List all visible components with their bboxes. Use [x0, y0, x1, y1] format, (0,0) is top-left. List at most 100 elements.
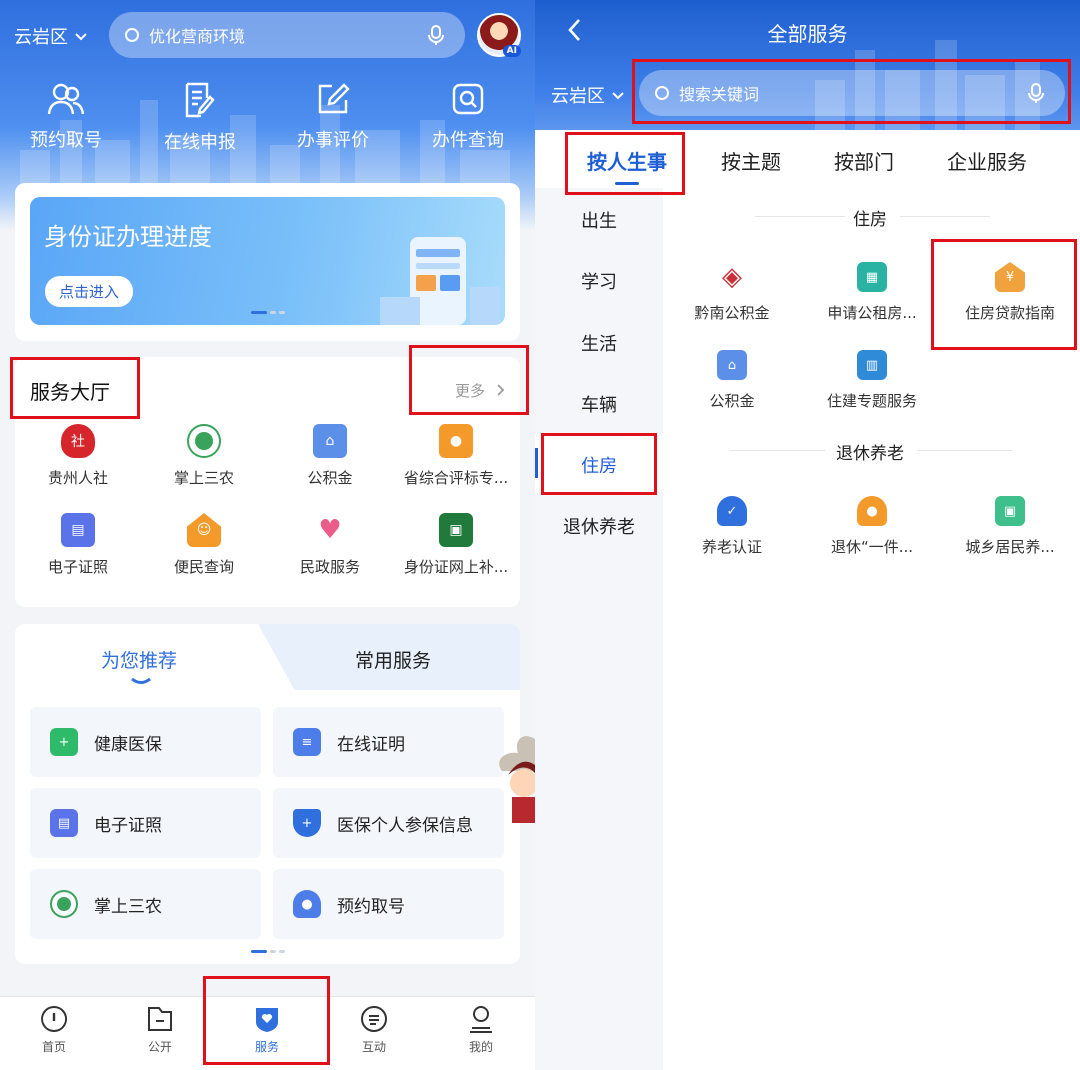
folder-icon	[148, 1007, 172, 1031]
highlight-box-more	[409, 345, 529, 415]
certificate-icon: ≡	[293, 728, 321, 756]
pencil-square-icon	[318, 83, 350, 114]
document-edit-icon	[185, 82, 215, 118]
hall-item-id-reissue[interactable]: ▣ 身份证网上补...	[393, 513, 519, 577]
search-bar[interactable]: 优化营商环境	[109, 12, 465, 58]
recommend-item-label: 电子证照	[94, 815, 162, 836]
phone-illustration-icon	[380, 237, 500, 325]
user-icon	[470, 1006, 492, 1033]
recommend-item-insurance-info[interactable]: + 医保个人参保信息	[273, 788, 504, 858]
hall-item-guizhou-hrss[interactable]: 社贵州人社	[15, 424, 141, 488]
hall-item-label: 贵州人社	[47, 469, 108, 487]
highlight-box-house-loan	[931, 239, 1077, 350]
id-progress-banner[interactable]: 身份证办理进度 点击进入	[30, 197, 505, 325]
location-label: 云岩区	[14, 27, 68, 48]
recommend-item-sannong[interactable]: 掌上三农	[30, 869, 261, 939]
tab-label: 互动	[361, 1040, 386, 1054]
tab-recommend[interactable]: 为您推荐	[101, 646, 177, 673]
section-title-housing: 住房	[853, 210, 887, 230]
sidebar-item-life[interactable]: 生活	[535, 330, 663, 356]
tab-home[interactable]: 首页	[24, 1004, 84, 1055]
recommend-item-e-license[interactable]: ▤ 电子证照	[30, 788, 261, 858]
section-divider	[730, 450, 825, 451]
recommend-item-appointment[interactable]: ● 预约取号	[273, 869, 504, 939]
hall-item-housing-fund[interactable]: ⌂ 公积金	[267, 424, 393, 488]
tab-common-label[interactable]: 常用服务	[355, 646, 431, 673]
quick-action-label: 办事评价	[297, 130, 369, 151]
tab-by-theme[interactable]: 按主题	[721, 146, 781, 175]
hall-item-civil-affairs[interactable]: ♥ 民政服务	[267, 513, 393, 577]
highlight-box-life-event-tab	[565, 132, 685, 195]
tab-enterprise-services[interactable]: 企业服务	[947, 146, 1027, 175]
ai-assistant-avatar[interactable]: AI	[477, 13, 521, 57]
recommend-item-health-insurance[interactable]: + 健康医保	[30, 707, 261, 777]
chevron-down-icon	[612, 91, 624, 99]
hall-item-label: 电子证照	[47, 558, 108, 576]
sidebar-item-birth[interactable]: 出生	[535, 207, 663, 233]
recommend-item-label: 掌上三农	[94, 896, 162, 917]
hall-item-sannong[interactable]: 掌上三农	[141, 424, 267, 488]
search-icon	[125, 28, 139, 42]
service-label: 公积金	[709, 392, 755, 410]
section-divider	[900, 216, 990, 217]
sidebar-item-retirement[interactable]: 退休养老	[535, 513, 663, 539]
service-construction-topic[interactable]: ▥ 住建专题服务	[802, 350, 942, 411]
service-label: 城乡居民养...	[965, 538, 1055, 556]
service-label: 申请公租房...	[827, 304, 917, 322]
highlight-box-services-tab	[203, 976, 330, 1065]
banner-enter-button[interactable]: 点击进入	[45, 276, 134, 307]
left-screen: 云岩区 优化营商环境 AI 预约取号 在线申报 办事评价 办件查询 身份证办理进…	[0, 0, 535, 1070]
location-selector[interactable]: 云岩区	[14, 23, 88, 49]
tab-interact[interactable]: 互动	[344, 1004, 404, 1055]
recommend-item-online-certificate[interactable]: ≡ 在线证明	[273, 707, 504, 777]
mascot-illustration[interactable]	[484, 731, 535, 823]
hall-item-label: 掌上三农	[173, 469, 234, 487]
microphone-icon[interactable]	[425, 24, 447, 46]
quick-action-appointment[interactable]: 预约取号	[11, 82, 121, 152]
location-label: 云岩区	[551, 86, 605, 107]
hall-item-label: 省综合评标专...	[403, 469, 509, 487]
tab-label: 首页	[41, 1040, 66, 1054]
tower-icon: ▥	[857, 350, 887, 380]
qiannan-fund-icon: ◈	[717, 262, 747, 292]
tab-by-department[interactable]: 按部门	[834, 146, 894, 175]
hall-item-label: 公积金	[307, 469, 353, 487]
quick-action-evaluation[interactable]: 办事评价	[278, 82, 388, 152]
service-housing-fund[interactable]: ⌂ 公积金	[662, 350, 802, 411]
recommend-item-label: 医保个人参保信息	[337, 815, 473, 836]
search-square-icon	[452, 83, 484, 115]
service-resident-pension[interactable]: ▣ 城乡居民养...	[940, 496, 1080, 557]
service-qiannan-fund[interactable]: ◈ 黔南公积金	[662, 262, 802, 323]
banner-title: 身份证办理进度	[44, 223, 212, 251]
banner-pagination	[251, 311, 285, 314]
civil-affairs-icon: ♥	[313, 513, 347, 547]
sidebar-item-study[interactable]: 学习	[535, 268, 663, 294]
housing-fund-icon: ⌂	[717, 350, 747, 380]
tab-label: 公开	[147, 1040, 172, 1054]
pension-card-icon: ▣	[995, 496, 1025, 526]
hall-item-bid-expert[interactable]: ● 省综合评标专...	[393, 424, 519, 488]
sidebar-item-vehicle[interactable]: 车辆	[535, 391, 663, 417]
id-card-icon: ▤	[50, 809, 78, 837]
person-icon: ●	[293, 890, 321, 918]
hall-item-convenience-query[interactable]: ☺ 便民查询	[141, 513, 267, 577]
section-divider	[917, 450, 1012, 451]
service-public-rental[interactable]: ▦ 申请公租房...	[802, 262, 942, 323]
service-pension-verification[interactable]: ✓ 养老认证	[662, 496, 802, 557]
tab-mine[interactable]: 我的	[451, 1004, 511, 1055]
quick-action-case-query[interactable]: 办件查询	[413, 82, 523, 152]
search-input[interactable]: 优化营商环境	[149, 23, 425, 47]
highlight-box-search	[632, 59, 1071, 124]
recommend-item-label: 健康医保	[94, 734, 162, 755]
chat-icon	[361, 1006, 387, 1032]
page-title: 全部服务	[767, 22, 848, 46]
tab-public[interactable]: 公开	[130, 1004, 190, 1055]
hall-item-e-license[interactable]: ▤ 电子证照	[15, 513, 141, 577]
location-selector[interactable]: 云岩区	[551, 82, 625, 108]
right-screen: 全部服务 云岩区 搜索关键词 按人生事 按主题 按部门 企业服务 出生 学习 生…	[535, 0, 1080, 1070]
service-retirement-one-thing[interactable]: ● 退休“一件...	[802, 496, 942, 557]
service-label: 养老认证	[701, 538, 762, 556]
highlight-box-housing	[541, 433, 657, 495]
quick-action-online-declare[interactable]: 在线申报	[145, 82, 255, 154]
recommend-item-label: 在线证明	[337, 734, 405, 755]
